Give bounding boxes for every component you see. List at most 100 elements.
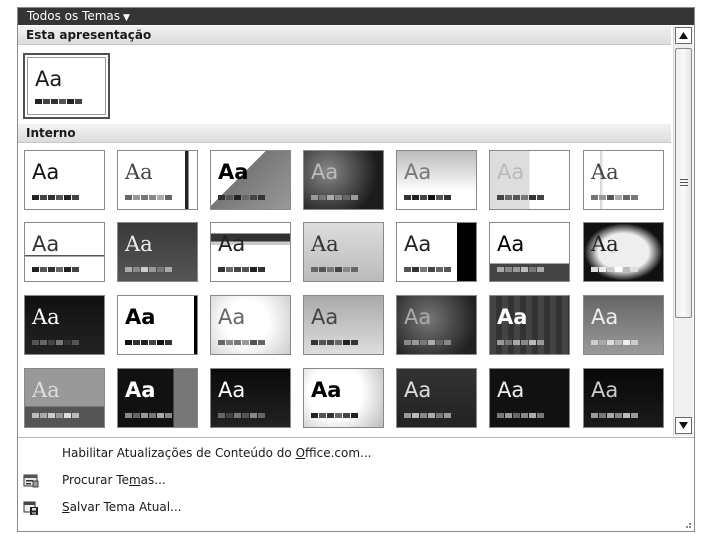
theme-aa-sample: Aa: [591, 305, 619, 329]
theme-aa-sample: Aa: [35, 67, 63, 91]
all-themes-gallery: Todos os Temas ▼ Esta apresentação Aa Int…: [17, 7, 695, 532]
theme-thumbnail[interactable]: Aa: [24, 295, 105, 355]
theme-color-swatches: [591, 413, 638, 418]
arrow-up-icon: [679, 32, 688, 39]
theme-color-swatches: [497, 413, 544, 418]
theme-thumbnail[interactable]: Aa: [396, 368, 477, 428]
scroll-up-button[interactable]: [675, 27, 692, 44]
theme-color-swatches: [311, 195, 358, 200]
theme-aa-sample: Aa: [32, 160, 60, 184]
theme-aa-sample: Aa: [32, 378, 60, 402]
theme-thumbnail[interactable]: Aa: [210, 368, 291, 428]
theme-aa-sample: Aa: [404, 232, 432, 256]
theme-thumbnail[interactable]: Aa: [210, 295, 291, 355]
theme-aa-sample: Aa: [32, 232, 60, 256]
section-builtin: Interno: [18, 124, 671, 143]
theme-aa-sample: Aa: [497, 305, 528, 329]
theme-aa-sample: Aa: [404, 378, 432, 402]
theme-thumbnail[interactable]: Aa: [489, 295, 570, 355]
theme-color-swatches: [404, 267, 451, 272]
theme-color-swatches: [311, 413, 358, 418]
theme-color-swatches: [497, 195, 544, 200]
theme-aa-sample: Aa: [125, 378, 156, 402]
theme-aa-sample: Aa: [311, 160, 339, 184]
theme-aa-sample: Aa: [497, 160, 525, 184]
theme-color-swatches: [311, 267, 358, 272]
theme-color-swatches: [497, 267, 544, 272]
theme-aa-sample: Aa: [311, 232, 339, 256]
theme-thumbnail[interactable]: Aa: [303, 150, 384, 210]
theme-aa-sample: Aa: [218, 232, 246, 256]
save-current-theme-label: Salvar Tema Atual...: [62, 500, 182, 514]
folder-browse-icon: [23, 474, 39, 488]
theme-color-swatches: [404, 413, 451, 418]
theme-color-swatches: [125, 195, 172, 200]
scroll-thumb[interactable]: [675, 48, 692, 318]
theme-thumbnail[interactable]: Aa: [489, 222, 570, 282]
theme-aa-sample: Aa: [497, 232, 525, 256]
enable-content-updates-item[interactable]: Habilitar Atualizações de Conteúdo do Of…: [18, 441, 694, 467]
gallery-title[interactable]: Todos os Temas ▼: [27, 9, 130, 23]
theme-thumbnail[interactable]: Aa: [117, 150, 198, 210]
theme-aa-sample: Aa: [125, 305, 156, 329]
theme-thumbnail[interactable]: Aa: [396, 295, 477, 355]
theme-color-swatches: [311, 340, 358, 345]
theme-color-swatches: [125, 340, 172, 345]
resize-grip-icon[interactable]: [682, 519, 692, 529]
theme-aa-sample: Aa: [591, 378, 619, 402]
theme-color-swatches: [218, 413, 265, 418]
theme-thumbnail[interactable]: Aa: [396, 222, 477, 282]
arrow-down-icon: [679, 422, 688, 429]
gallery-title-bar[interactable]: Todos os Temas ▼: [18, 8, 694, 25]
browse-themes-item[interactable]: Procurar Temas...: [18, 468, 694, 494]
theme-thumbnail[interactable]: Aa: [489, 368, 570, 428]
theme-thumbnail[interactable]: Aa: [583, 295, 664, 355]
theme-thumbnail[interactable]: Aa: [117, 368, 198, 428]
menu-separator: [18, 437, 694, 438]
theme-thumbnail[interactable]: Aa: [117, 295, 198, 355]
theme-thumbnail[interactable]: Aa: [24, 368, 105, 428]
theme-aa-sample: Aa: [404, 305, 432, 329]
theme-color-swatches: [497, 340, 544, 345]
theme-aa-sample: Aa: [404, 160, 432, 184]
section-this-presentation: Esta apresentação: [18, 26, 671, 45]
theme-color-swatches: [125, 267, 172, 272]
theme-thumbnail[interactable]: Aa: [210, 150, 291, 210]
theme-color-swatches: [32, 340, 79, 345]
chevron-down-icon: ▼: [123, 13, 130, 23]
theme-thumbnail[interactable]: Aa: [583, 222, 664, 282]
theme-color-swatches: [404, 340, 451, 345]
theme-thumbnail[interactable]: Aa: [583, 150, 664, 210]
theme-aa-sample: Aa: [218, 305, 246, 329]
theme-thumbnail[interactable]: Aa: [583, 368, 664, 428]
save-current-theme-item[interactable]: Salvar Tema Atual...: [18, 495, 694, 521]
theme-color-swatches: [218, 267, 265, 272]
theme-color-swatches: [125, 413, 172, 418]
theme-thumbnail[interactable]: Aa: [24, 222, 105, 282]
theme-aa-sample: Aa: [591, 232, 619, 256]
vertical-scrollbar[interactable]: [673, 26, 693, 436]
grip-icon: [680, 179, 688, 188]
theme-color-swatches: [218, 340, 265, 345]
save-theme-icon: [23, 501, 38, 515]
theme-thumbnail[interactable]: Aa: [396, 150, 477, 210]
theme-color-swatches: [591, 195, 638, 200]
theme-aa-sample: Aa: [125, 232, 153, 256]
gallery-title-text: Todos os Temas: [27, 9, 121, 23]
current-theme-thumbnail[interactable]: Aa: [23, 53, 110, 119]
theme-aa-sample: Aa: [311, 378, 342, 402]
theme-thumbnail[interactable]: Aa: [303, 295, 384, 355]
scroll-down-button[interactable]: [675, 417, 692, 434]
theme-thumbnail[interactable]: Aa: [24, 150, 105, 210]
theme-color-swatches: [32, 267, 79, 272]
theme-aa-sample: Aa: [311, 305, 339, 329]
theme-thumbnail[interactable]: Aa: [303, 368, 384, 428]
theme-thumbnail[interactable]: Aa: [489, 150, 570, 210]
theme-thumbnail[interactable]: Aa: [117, 222, 198, 282]
theme-aa-sample: Aa: [218, 160, 249, 184]
theme-color-swatches: [218, 195, 265, 200]
theme-color-swatches: [32, 195, 79, 200]
theme-aa-sample: Aa: [497, 378, 525, 402]
theme-thumbnail[interactable]: Aa: [210, 222, 291, 282]
theme-thumbnail[interactable]: Aa: [303, 222, 384, 282]
